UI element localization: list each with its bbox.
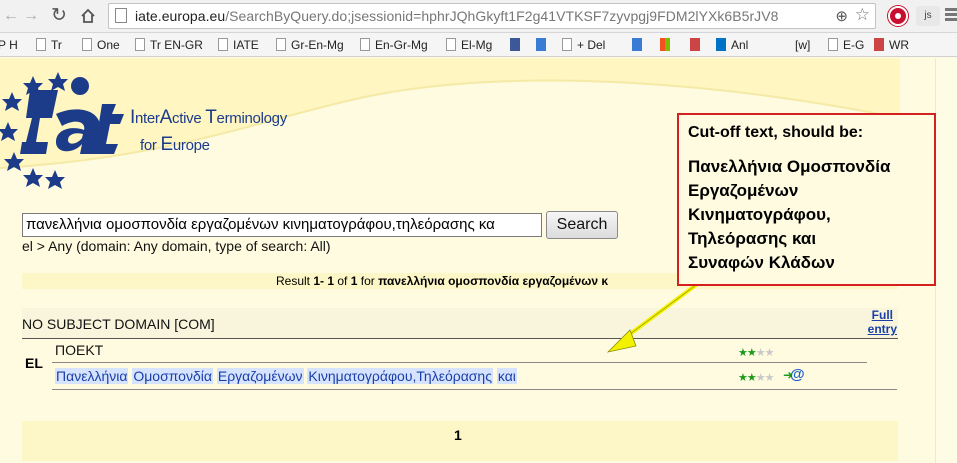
bookmark-tr[interactable]: Tr <box>36 37 62 53</box>
term-full-name: Πανελλήνια Ομοσπονδία Εργαζομένων Κινημα… <box>55 368 517 384</box>
facebook-icon <box>510 38 520 51</box>
bookmark-one[interactable]: One <box>82 37 120 53</box>
address-bar[interactable]: iate.europa.eu/SearchByQuery.do;jsession… <box>108 3 876 29</box>
page-icon <box>360 38 370 51</box>
page-icon <box>828 38 838 51</box>
zoom-icon[interactable]: ⊕ <box>833 7 848 25</box>
page-icon <box>115 8 127 23</box>
domain-header: NO SUBJECT DOMAIN [COM] Full entry <box>22 308 898 339</box>
bookmark-ms[interactable] <box>660 37 675 53</box>
bookmark-facebook[interactable] <box>510 37 525 53</box>
bookmarks-bar: P H Tr One Tr EN-GR IATE Gr-En-Mg En-Gr-… <box>0 33 957 57</box>
page-icon <box>562 38 572 51</box>
reload-icon[interactable]: ↻ <box>48 5 70 27</box>
language-code: EL <box>25 355 43 371</box>
linkedin-icon <box>536 38 546 51</box>
page-icon <box>218 38 228 51</box>
back-arrow-icon[interactable]: ← <box>0 5 22 27</box>
bookmark-linkedin[interactable] <box>536 37 551 53</box>
bookmark-photo[interactable] <box>690 37 705 53</box>
menu-icon[interactable] <box>945 8 957 23</box>
search-input[interactable]: πανελλήνια ομοσπονδία εργαζομένων κινημα… <box>22 213 542 237</box>
at-email-icon[interactable]: @ <box>790 366 805 383</box>
page-number[interactable]: 1 <box>454 427 462 443</box>
bookmark-iate[interactable]: IATE <box>218 37 259 53</box>
bookmark-app[interactable] <box>632 37 647 53</box>
bookmark-ph[interactable]: P H <box>0 37 18 53</box>
full-entry-link[interactable]: Full entry <box>868 308 897 336</box>
browser-toolbar: ← → ↻ iate.europa.eu/SearchByQuery.do;js… <box>0 0 957 33</box>
stop-extension-icon[interactable] <box>888 6 908 26</box>
bookmark-el-mg[interactable]: El-Mg <box>446 37 492 53</box>
js-extension-icon[interactable]: js <box>916 6 940 26</box>
page-icon <box>82 38 92 51</box>
app-icon <box>632 38 642 51</box>
row-divider <box>52 389 897 390</box>
profile-icon <box>690 38 700 51</box>
page-icon <box>135 38 145 51</box>
page-icon <box>36 38 46 51</box>
callout-body: Πανελλήνια Ομοσπονδία Εργαζομένων Κινημα… <box>688 157 891 272</box>
scrollbar-track[interactable] <box>935 58 957 463</box>
page-icon <box>276 38 286 51</box>
pager-bar: 1 <box>22 421 898 461</box>
term-abbreviation: ΠΟΕΚΤ <box>55 342 104 358</box>
annotation-arrow <box>606 280 702 353</box>
iate-logo <box>0 72 124 189</box>
callout-heading: Cut-off text, should be: <box>688 124 864 141</box>
bookmark-star-icon[interactable]: ☆ <box>854 5 870 25</box>
search-button[interactable]: Search <box>546 211 618 239</box>
reliability-stars: ★★★★ <box>738 372 774 384</box>
row-divider <box>52 362 867 363</box>
domain-label: NO SUBJECT DOMAIN [COM] <box>22 316 215 332</box>
reliability-stars: ★★★★ <box>738 347 774 359</box>
bookmark-e-g[interactable]: E-G <box>828 37 864 53</box>
annotation-callout: Cut-off text, should be: Πανελλήνια Ομοσ… <box>677 113 936 286</box>
outlook-icon <box>716 38 726 51</box>
wordreference-icon <box>874 38 884 51</box>
logo-wordmark: InterActive Terminology for Europe <box>130 107 287 155</box>
bookmark-gr-en-mg[interactable]: Gr-En-Mg <box>276 37 344 53</box>
address-url: iate.europa.eu/SearchByQuery.do;jsession… <box>135 8 779 24</box>
bookmark-w[interactable]: [w] <box>795 37 810 53</box>
result-summary: Result 1- 1 of 1 for πανελλήνια ομοσπονδ… <box>276 274 609 288</box>
bookmark-en-gr-mg[interactable]: En-Gr-Mg <box>360 37 428 53</box>
forward-arrow-icon[interactable]: → <box>20 5 42 27</box>
windows-icon <box>660 38 670 51</box>
bookmark-tr-en-gr[interactable]: Tr EN-GR <box>135 37 203 53</box>
search-breadcrumb: el > Any (domain: Any domain, type of se… <box>22 238 331 254</box>
bookmark-del[interactable]: + Del <box>562 37 605 53</box>
bookmark-anl[interactable]: Anl <box>716 37 748 53</box>
home-icon[interactable] <box>77 5 99 27</box>
bookmark-wr[interactable]: WR <box>874 37 909 53</box>
page-icon <box>446 38 456 51</box>
